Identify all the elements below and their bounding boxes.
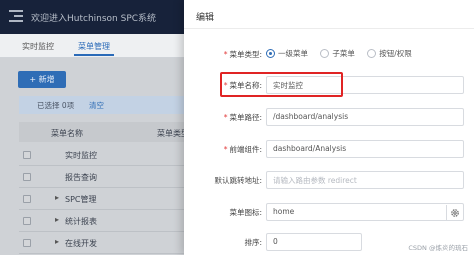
menu-toggle-icon[interactable] (9, 9, 23, 23)
required-mark: * (223, 50, 228, 59)
menu-path-input[interactable]: /dashboard/analysis (266, 108, 464, 126)
menu-type-row: * 菜单类型: 一级菜单 子菜单 按钮/权限 (184, 45, 474, 65)
menu-path-label: * 菜单路径: (223, 113, 262, 122)
menu-path-value: /dashboard/analysis (273, 112, 349, 121)
row-checkbox[interactable] (23, 195, 31, 203)
app-title: 欢迎进入Hutchinson SPC系统 (31, 14, 157, 24)
menu-icon-value: home (273, 207, 295, 216)
column-header-menu-name[interactable]: 菜单名称 (51, 128, 83, 139)
radio-first-level-menu[interactable] (266, 49, 275, 58)
default-redirect-placeholder: 请输入路由参数 redirect (273, 176, 357, 185)
front-component-label: * 前端组件: (223, 145, 262, 154)
radio-label-sub-menu[interactable]: 子菜单 (332, 48, 355, 59)
radio-label-first-level-menu[interactable]: 一级菜单 (278, 48, 308, 59)
menu-icon-row: 菜单图标: home (184, 203, 474, 223)
menu-path-row: * 菜单路径: /dashboard/analysis (184, 108, 474, 128)
required-mark: * (223, 145, 228, 154)
drawer-divider (184, 28, 474, 29)
required-mark: * (223, 113, 228, 122)
edit-drawer: 编辑 * 菜单类型: 一级菜单 子菜单 按钮/权限 * 菜单名称: 实时监控 * 菜单… (184, 0, 474, 255)
default-redirect-input[interactable]: 请输入路由参数 redirect (266, 171, 464, 189)
clear-selection-link[interactable]: 清空 (89, 100, 104, 111)
tab-realtime-monitor[interactable]: 实时监控 (18, 38, 58, 56)
row-menu-name: 报告查询 (65, 173, 97, 182)
default-redirect-row: 默认跳转地址: 请输入路由参数 redirect (184, 171, 474, 191)
row-menu-name: 统计报表 (65, 217, 97, 226)
sort-number-input[interactable]: 0 (266, 233, 362, 251)
row-menu-name: 实时监控 (65, 151, 97, 160)
row-checkbox[interactable] (23, 217, 31, 225)
menu-type-label: * 菜单类型: (223, 50, 262, 59)
expand-icon[interactable]: ▸ (55, 215, 59, 224)
row-menu-name: SPC管理 (65, 195, 97, 204)
default-redirect-label: 默认跳转地址: (214, 176, 262, 185)
row-menu-name: 在线开发 (65, 239, 97, 248)
menu-icon-label: 菜单图标: (229, 208, 262, 217)
row-checkbox[interactable] (23, 239, 31, 247)
front-component-value: dashboard/Analysis (273, 144, 347, 153)
radio-button-permission[interactable] (367, 49, 377, 58)
tab-menu-management[interactable]: 菜单管理 (74, 38, 114, 56)
sort-value: 0 (273, 237, 278, 246)
row-checkbox[interactable] (23, 151, 31, 159)
watermark: CSDN @炼炎的琉石 (408, 244, 468, 252)
annotation-highlight-box (220, 72, 343, 97)
menu-type-radio-group: 一级菜单 子菜单 按钮/权限 (266, 48, 422, 59)
front-component-row: * 前端组件: dashboard/Analysis (184, 140, 474, 160)
menu-icon-input[interactable]: home (266, 203, 464, 221)
selected-count-text: 已选择 0项 (37, 101, 75, 110)
settings-icon[interactable] (446, 205, 463, 221)
radio-sub-menu[interactable] (320, 49, 330, 58)
sort-label: 排序: (244, 238, 262, 247)
add-button[interactable]: + 新增 (18, 71, 66, 88)
expand-icon[interactable]: ▸ (55, 193, 59, 202)
front-component-input[interactable]: dashboard/Analysis (266, 140, 464, 158)
row-checkbox[interactable] (23, 173, 31, 181)
expand-icon[interactable]: ▸ (55, 237, 59, 246)
radio-label-button-permission[interactable]: 按钮/权限 (379, 48, 412, 59)
drawer-title: 编辑 (196, 13, 215, 23)
